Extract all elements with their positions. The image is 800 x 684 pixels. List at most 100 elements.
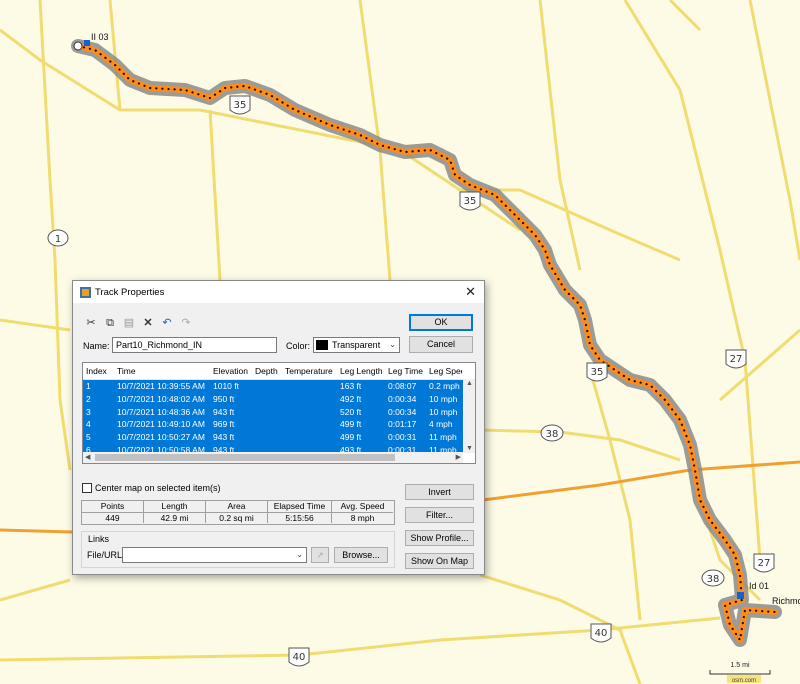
table-cell: 4 — [86, 419, 91, 430]
open-link-button[interactable]: ↗ — [311, 547, 329, 563]
column-header[interactable]: Index — [86, 366, 107, 376]
table-cell: 10/7/2021 10:50:27 AM — [117, 432, 205, 443]
name-label: Name: — [83, 341, 110, 351]
stat-points: Points 449 — [82, 501, 144, 523]
table-row[interactable]: 3 10/7/2021 10:48:36 AM 943 ft 520 ft 0:00:3… — [83, 405, 463, 419]
redo-icon[interactable]: ↷ — [178, 315, 194, 331]
column-header[interactable]: Leg Length — [340, 366, 383, 376]
start-waypoint-icon[interactable] — [73, 41, 83, 51]
stat-area: Area 0.2 sq mi — [206, 501, 268, 523]
track-stats-table: Points 449 Length 42.9 mi Area 0.2 sq mi El… — [81, 500, 395, 525]
shield-us-27-a: 27 — [725, 349, 747, 369]
end-flag-icon — [737, 592, 744, 599]
table-cell: 0:00:34 — [388, 393, 417, 404]
links-group: Links File/URL: ⌄ ↗ Browse... — [81, 531, 395, 568]
trackpoint-table[interactable]: Index Time Elevation Depth Temperature L… — [82, 362, 476, 464]
end-waypoint-label: Id 01 — [749, 581, 769, 591]
table-row[interactable]: 2 10/7/2021 10:48:02 AM 950 ft 492 ft 0:00:3… — [83, 392, 463, 406]
horizontal-scrollbar[interactable]: ◀ ▶ — [83, 452, 463, 463]
color-label: Color: — [286, 341, 311, 351]
invert-button[interactable]: Invert — [405, 484, 474, 500]
table-row[interactable]: 5 10/7/2021 10:50:27 AM 943 ft 499 ft 0:00:3… — [83, 431, 463, 444]
app-icon — [80, 287, 91, 298]
file-url-input[interactable]: ⌄ — [122, 547, 307, 563]
column-header[interactable]: Temperature — [285, 366, 333, 376]
table-cell: 10 mph — [429, 406, 458, 417]
column-header[interactable]: Depth — [255, 366, 278, 376]
table-row[interactable]: 4 10/7/2021 10:49:10 AM 969 ft 499 ft 0:01:1… — [83, 418, 463, 432]
table-cell: 499 ft — [340, 419, 362, 430]
table-cell: 10/7/2021 10:48:36 AM — [117, 406, 205, 417]
center-map-label: Center map on selected item(s) — [95, 483, 221, 493]
column-header[interactable]: Leg Speed — [429, 366, 462, 376]
table-cell: 1010 ft — [213, 381, 239, 391]
shield-sr-38-b: 38 — [701, 569, 725, 587]
file-url-label: File/URL: — [87, 550, 125, 560]
center-map-checkbox[interactable] — [82, 483, 92, 493]
chevron-down-icon: ⌄ — [389, 340, 396, 349]
svg-text:27: 27 — [730, 354, 743, 365]
copy-icon[interactable]: ⧉ — [102, 315, 118, 331]
svg-text:40: 40 — [595, 628, 608, 639]
table-cell: 163 ft — [340, 381, 362, 391]
paste-icon[interactable]: ▤ — [121, 315, 137, 331]
table-cell: 0:00:34 — [388, 406, 417, 417]
scrollbar-thumb[interactable] — [95, 454, 395, 461]
delete-icon[interactable]: ✕ — [140, 315, 156, 331]
shield-sr-1: 1 — [47, 229, 69, 247]
start-waypoint-label: II 03 — [91, 32, 109, 42]
svg-text:35: 35 — [464, 196, 477, 207]
scroll-up-icon[interactable]: ▲ — [466, 380, 473, 387]
links-label: Links — [88, 534, 110, 544]
table-cell: 950 ft — [213, 393, 235, 404]
close-icon[interactable]: ✕ — [465, 284, 476, 300]
name-field[interactable]: Part10_Richmond_IN — [112, 337, 277, 353]
color-swatch — [316, 340, 328, 350]
table-cell: 10/7/2021 10:49:10 AM — [117, 419, 205, 430]
scroll-right-icon[interactable]: ▶ — [456, 453, 461, 461]
table-cell: 10 mph — [429, 393, 458, 404]
vertical-scrollbar[interactable]: ▲ ▼ — [464, 379, 475, 453]
filter-button[interactable]: Filter... — [405, 507, 474, 523]
scroll-left-icon[interactable]: ◀ — [85, 453, 90, 461]
svg-text:35: 35 — [234, 100, 247, 111]
cancel-button[interactable]: Cancel — [409, 336, 473, 353]
column-header[interactable]: Time — [117, 366, 136, 376]
color-dropdown[interactable]: Transparent ⌄ — [313, 337, 400, 353]
column-header[interactable]: Leg Time — [388, 366, 423, 376]
shield-sr-38-a: 38 — [540, 424, 564, 442]
table-cell: 520 ft — [340, 406, 362, 417]
table-cell: 492 ft — [340, 393, 362, 404]
stat-avg-speed: Avg. Speed 8 mph — [332, 501, 393, 523]
svg-text:1.5 mi: 1.5 mi — [730, 662, 750, 669]
table-cell: 0:00:31 — [388, 432, 417, 443]
table-row[interactable]: 1 10/7/2021 10:39:55 AM 1010 ft 163 ft 0:08:… — [83, 380, 463, 393]
dialog-titlebar[interactable]: Track Properties ✕ — [73, 281, 484, 303]
scroll-down-icon[interactable]: ▼ — [466, 445, 473, 452]
ok-button[interactable]: OK — [409, 314, 473, 331]
svg-text:38: 38 — [707, 574, 720, 585]
table-cell: 943 ft — [213, 406, 235, 417]
table-cell: 0.2 mph — [429, 381, 460, 391]
shield-us-40-b: 40 — [288, 647, 310, 667]
table-cell: 943 ft — [213, 432, 235, 443]
stat-elapsed-time: Elapsed Time 5:15:56 — [268, 501, 332, 523]
show-on-map-button[interactable]: Show On Map — [405, 553, 474, 569]
svg-text:27: 27 — [758, 558, 771, 569]
track-properties-dialog: Track Properties ✕ ✂ ⧉ ▤ ✕ ↶ ↷ OK Cancel… — [72, 280, 485, 575]
show-profile-button[interactable]: Show Profile... — [405, 530, 474, 546]
table-cell: 10/7/2021 10:39:55 AM — [117, 381, 205, 391]
table-cell: 11 mph — [429, 432, 457, 443]
cut-icon[interactable]: ✂ — [83, 315, 99, 331]
start-flag-icon — [84, 40, 90, 46]
column-header[interactable]: Elevation — [213, 366, 248, 376]
table-cell: 0:01:17 — [388, 419, 417, 430]
svg-text:40: 40 — [293, 652, 306, 663]
browse-button[interactable]: Browse... — [334, 547, 388, 563]
table-cell: 4 mph — [429, 419, 453, 430]
table-cell: 969 ft — [213, 419, 235, 430]
undo-icon[interactable]: ↶ — [159, 315, 175, 331]
table-cell: 0:08:07 — [388, 381, 417, 391]
svg-text:38: 38 — [546, 429, 559, 440]
dialog-title: Track Properties — [95, 287, 165, 298]
